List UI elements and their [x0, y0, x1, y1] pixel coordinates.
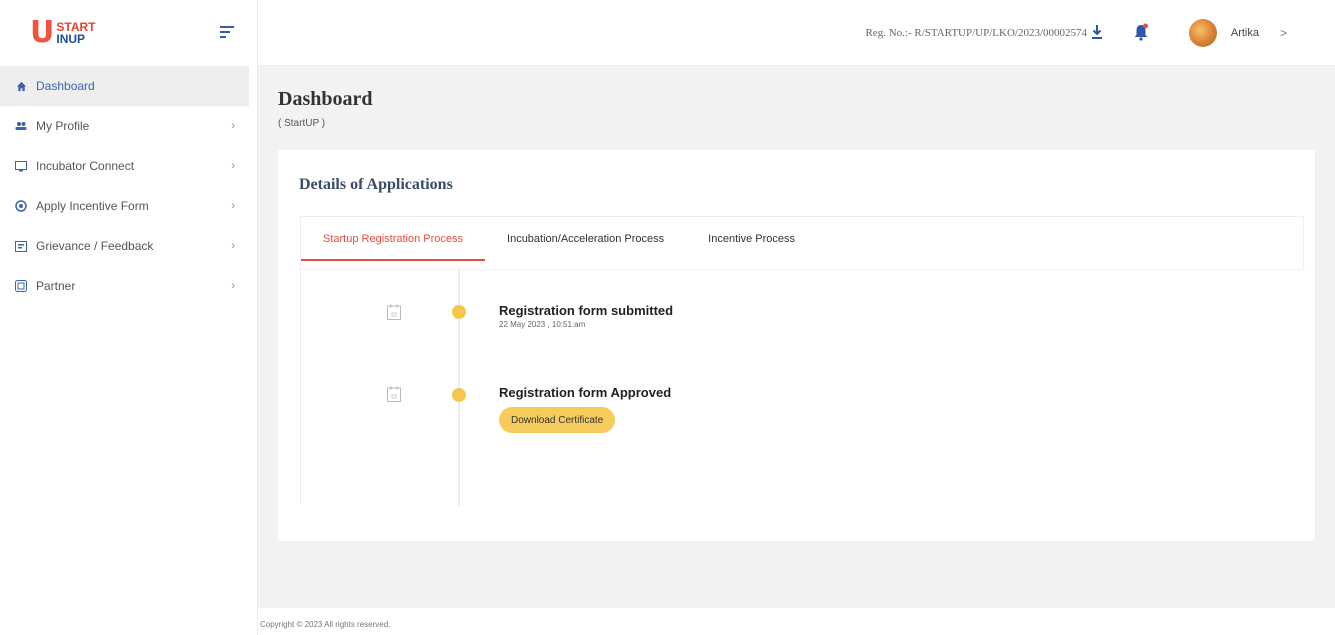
feedback-icon: [14, 239, 28, 253]
sidebar-item-label: My Profile: [36, 119, 90, 133]
bell-icon[interactable]: [1133, 23, 1149, 41]
timeline: Registration form submitted 22 May 2023 …: [301, 269, 1305, 506]
chevron-right-icon[interactable]: >: [1280, 26, 1287, 40]
footer-copyright: Copyright © 2023 All rights reserved.: [260, 620, 391, 629]
sidebar-item-partner[interactable]: Partner ›: [0, 266, 257, 306]
top-header: Reg. No.:- R/STARTUP/UP/LKO/2023/0000257…: [258, 0, 1335, 66]
timeline-title: Registration form submitted: [499, 303, 674, 318]
sidebar-item-incubator-connect[interactable]: Incubator Connect ›: [0, 146, 257, 186]
avatar[interactable]: [1189, 19, 1217, 47]
chevron-right-icon: ›: [231, 280, 235, 292]
username[interactable]: Artika: [1231, 27, 1259, 39]
tab-incentive-process[interactable]: Incentive Process: [686, 217, 817, 261]
timeline-dot: [452, 305, 466, 319]
tab-incubation-acceleration-process[interactable]: Incubation/Acceleration Process: [485, 217, 686, 261]
users-icon: [14, 119, 28, 133]
applications-card: Details of Applications Startup Registra…: [278, 150, 1315, 541]
tab-startup-registration-process[interactable]: Startup Registration Process: [301, 217, 486, 261]
sidebar-item-label: Incubator Connect: [36, 159, 135, 173]
download-icon[interactable]: [1091, 24, 1103, 40]
sidebar-item-label: Apply Incentive Form: [36, 199, 149, 213]
logo-inup-text: INUP: [56, 32, 86, 46]
partner-icon: [14, 279, 28, 293]
sidebar-nav: Dashboard My Profile › Incubator Connect…: [0, 66, 257, 306]
registration-number: Reg. No.:- R/STARTUP/UP/LKO/2023/0000257…: [865, 27, 1087, 39]
sidebar-item-label: Grievance / Feedback: [36, 239, 154, 253]
sidebar-item-grievance-feedback[interactable]: Grievance / Feedback ›: [0, 226, 257, 266]
sidebar-item-label: Dashboard: [36, 79, 95, 93]
main-content: Dashboard ( StartUP ) Details of Applica…: [258, 66, 1335, 608]
sidebar-item-label: Partner: [36, 279, 76, 293]
sidebar-item-dashboard[interactable]: Dashboard: [0, 66, 249, 106]
page-subtitle: ( StartUP ): [278, 118, 326, 129]
calendar-icon: [387, 386, 401, 402]
chevron-right-icon: ›: [231, 200, 235, 212]
application-tabs-panel: Startup Registration Process Incubation/…: [300, 216, 1305, 506]
timeline-title: Registration form Approved: [499, 385, 672, 400]
timeline-date: 22 May 2023 , 10:51:am: [499, 320, 586, 329]
chevron-right-icon: ›: [231, 240, 235, 252]
sidebar-item-my-profile[interactable]: My Profile ›: [0, 106, 257, 146]
startinup-logo[interactable]: U START INUP: [30, 18, 95, 48]
menu-toggle-icon[interactable]: [220, 26, 234, 41]
timeline-dot: [452, 388, 466, 402]
chevron-right-icon: ›: [231, 160, 235, 172]
card-title: Details of Applications: [299, 176, 453, 193]
chevron-right-icon: ›: [231, 120, 235, 132]
sidebar-item-apply-incentive-form[interactable]: Apply Incentive Form ›: [0, 186, 257, 226]
page-title: Dashboard: [278, 88, 373, 110]
home-icon: [14, 79, 28, 93]
coins-icon: [14, 199, 28, 213]
tab-bar: Startup Registration Process Incubation/…: [301, 217, 817, 261]
sidebar: U START INUP Dashboard My Profile › Incu…: [0, 0, 258, 635]
calendar-icon: [387, 304, 401, 320]
logo-mark: U: [30, 15, 55, 50]
download-certificate-button[interactable]: Download Certificate: [499, 407, 616, 433]
monitor-icon: [14, 159, 28, 173]
logo-area: U START INUP: [0, 0, 257, 66]
